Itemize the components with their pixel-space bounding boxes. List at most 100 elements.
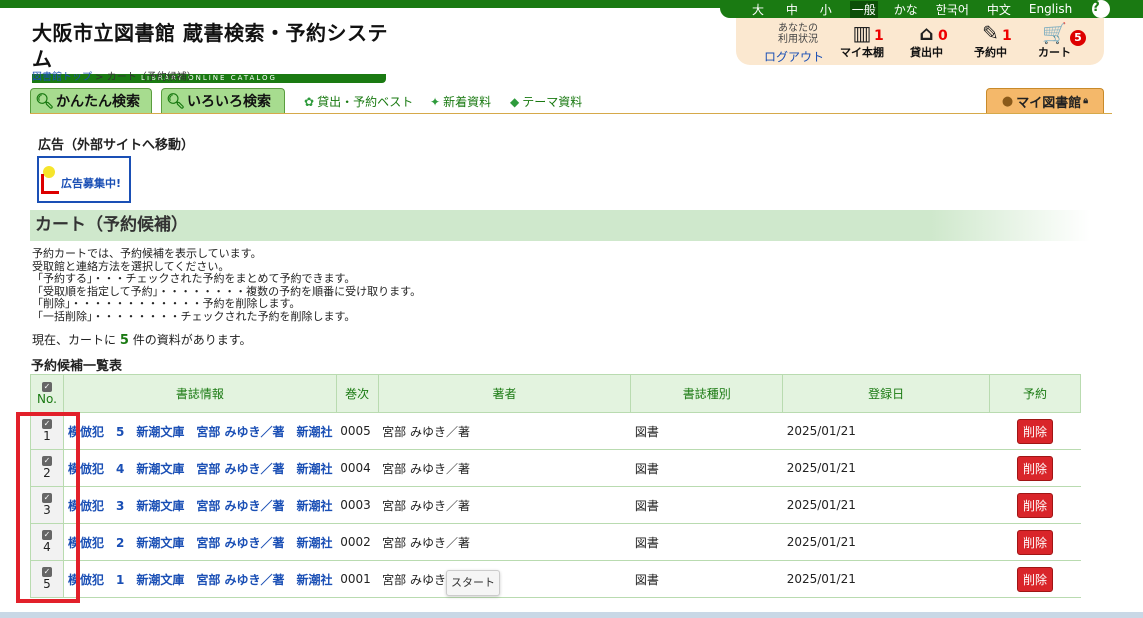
- font-size-large[interactable]: 大: [752, 1, 764, 18]
- breadcrumb-current: カート（予約候補）: [106, 72, 197, 83]
- my-bookshelf-label: マイ本棚: [840, 46, 884, 59]
- page-title: カート（予約候補）: [30, 210, 1090, 241]
- title-cell: 模倣犯 2 新潮文庫 宮部 みゆき／著 新潮社: [63, 523, 337, 561]
- title-link[interactable]: 模倣犯 1 新潮文庫 宮部 みゆき／著 新潮社: [68, 573, 333, 587]
- lending-label: 貸出中: [910, 46, 943, 59]
- cart-table: ✓ No. 書誌情報 巻次 著者 書誌種別 登録日 予約 ✓ 1 模倣犯 5 新潮…: [30, 374, 1081, 598]
- ad-label: 広告（外部サイトへ移動）: [38, 138, 195, 153]
- breadcrumb: 図書館トップ > カート（予約候補）: [32, 72, 197, 83]
- font-size-medium[interactable]: 中: [786, 1, 798, 18]
- title-cell: 模倣犯 3 新潮文庫 宮部 みゆき／著 新潮社: [63, 486, 337, 524]
- search-multi-icon: 🔍︎: [166, 92, 186, 110]
- delete-button[interactable]: 削除: [1017, 566, 1054, 592]
- action-cell: 削除: [989, 412, 1081, 450]
- title-link[interactable]: 模倣犯 4 新潮文庫 宮部 みゆき／著 新潮社: [68, 462, 333, 476]
- date-cell: 2025/01/21: [782, 412, 990, 450]
- reserved-button[interactable]: ✎ 予約中 1: [974, 22, 1012, 60]
- tag-icon: ◆: [510, 94, 520, 109]
- title-link[interactable]: 模倣犯 5 新潮文庫 宮部 みゆき／著 新潮社: [68, 425, 333, 439]
- lang-general[interactable]: 一般: [849, 0, 878, 18]
- lang-english[interactable]: English: [1027, 2, 1074, 16]
- main-nav: 🔍︎ かんたん検索 🔍︎ いろいろ検索 ✿ 貸出・予約ベスト ✦ 新着資料 ◆ …: [30, 88, 1112, 114]
- lang-korean[interactable]: 한국어: [934, 1, 971, 18]
- list-title: 予約候補一覧表: [31, 359, 123, 374]
- user-info-label[interactable]: あなたの 利用状況: [778, 23, 818, 45]
- date-cell: 2025/01/21: [782, 560, 990, 598]
- ad-banner-text: 広告募集中!: [61, 177, 122, 190]
- user-status-panel: あなたの 利用状況 ログアウト ▥ マイ本棚 1 ⌂ 貸出中 0 ✎ 予約中 1…: [736, 18, 1104, 65]
- table-row: ✓ 2 模倣犯 4 新潮文庫 宮部 みゆき／著 新潮社 0004 宮部 みゆき／著…: [30, 449, 1081, 487]
- lang-chinese[interactable]: 中文: [985, 1, 1013, 18]
- site-logo[interactable]: 大阪市立図書館 蔵書検索・予約システム LIBRARY ONLINE CATAL…: [32, 20, 388, 83]
- tab-advanced-search[interactable]: 🔍︎ いろいろ検索: [161, 88, 285, 113]
- search-icon: 🔍︎: [35, 92, 55, 110]
- title-link[interactable]: 模倣犯 3 新潮文庫 宮部 みゆき／著 新潮社: [68, 499, 333, 513]
- volume-cell: 0005: [336, 412, 379, 450]
- logo-title: 大阪市立図書館 蔵書検索・予約システム: [32, 21, 388, 71]
- table-header-row: ✓ No. 書誌情報 巻次 著者 書誌種別 登録日 予約: [30, 374, 1081, 413]
- reserved-count: 1: [1002, 28, 1012, 44]
- header-author: 著者: [377, 374, 632, 413]
- date-cell: 2025/01/21: [782, 523, 990, 561]
- title-cell: 模倣犯 4 新潮文庫 宮部 みゆき／著 新潮社: [63, 449, 337, 487]
- title-cell: 模倣犯 5 新潮文庫 宮部 みゆき／著 新潮社: [63, 412, 337, 450]
- header-info: 書誌情報: [62, 374, 337, 413]
- help-icon[interactable]: ?: [1092, 0, 1111, 18]
- tab-simple-search[interactable]: 🔍︎ かんたん検索: [30, 88, 152, 113]
- my-library-button[interactable]: ● マイ図書館 🔒︎: [986, 88, 1104, 113]
- table-row: ✓ 4 模倣犯 2 新潮文庫 宮部 みゆき／著 新潮社 0002 宮部 みゆき／著…: [30, 523, 1081, 561]
- ad-banner[interactable]: 広告募集中!: [37, 156, 131, 203]
- type-cell: 図書: [630, 412, 783, 450]
- date-cell: 2025/01/21: [782, 449, 990, 487]
- my-bookshelf-button[interactable]: ▥ マイ本棚 1: [840, 22, 884, 60]
- action-cell: 削除: [989, 560, 1081, 598]
- author-cell: 宮部 みゆき／著: [378, 523, 631, 561]
- delete-button[interactable]: 削除: [1017, 492, 1054, 518]
- cart-label: カート: [1038, 46, 1071, 59]
- nav-new[interactable]: ✦ 新着資料: [430, 93, 491, 110]
- lending-button[interactable]: ⌂ 貸出中 0: [910, 22, 948, 60]
- logout-link[interactable]: ログアウト: [764, 48, 824, 65]
- lock-icon: 🔒︎: [1083, 96, 1089, 106]
- header-volume: 巻次: [335, 374, 379, 413]
- nav-theme[interactable]: ◆ テーマ資料: [510, 93, 582, 110]
- nav-best[interactable]: ✿ 貸出・予約ベスト: [304, 93, 413, 110]
- cart-count-text: 現在、カートに 5 件の資料があります。: [32, 333, 252, 348]
- title-cell: 模倣犯 1 新潮文庫 宮部 みゆき／著 新潮社: [63, 560, 337, 598]
- volume-cell: 0002: [336, 523, 379, 561]
- action-cell: 削除: [989, 449, 1081, 487]
- action-cell: 削除: [989, 523, 1081, 561]
- select-all-checkbox[interactable]: ✓: [41, 381, 52, 392]
- taskbar-edge: [0, 612, 1143, 618]
- my-bookshelf-count: 1: [874, 28, 884, 44]
- type-cell: 図書: [630, 449, 783, 487]
- table-row: ✓ 1 模倣犯 5 新潮文庫 宮部 みゆき／著 新潮社 0005 宮部 みゆき／著…: [30, 412, 1081, 450]
- font-size-small[interactable]: 小: [820, 1, 832, 18]
- type-cell: 図書: [630, 486, 783, 524]
- action-cell: 削除: [989, 486, 1081, 524]
- lending-count: 0: [938, 28, 948, 44]
- type-cell: 図書: [630, 523, 783, 561]
- select-all-column[interactable]: ✓ No.: [30, 374, 64, 413]
- cart-icon: 🛒: [1042, 21, 1067, 45]
- header-date: 登録日: [782, 374, 991, 413]
- delete-button[interactable]: 削除: [1017, 529, 1054, 555]
- author-cell: 宮部 みゆき／著: [378, 486, 631, 524]
- delete-button[interactable]: 削除: [1017, 455, 1054, 481]
- instructions: 予約カートでは、予約候補を表示しています。 受取館と連絡方法を選択してください。…: [32, 247, 422, 323]
- language-bar: 大 中 小 一般 かな 한국어 中文 English ?: [720, 0, 1143, 18]
- lang-kana[interactable]: かな: [892, 1, 920, 18]
- cart-button[interactable]: 🛒 カート 5: [1038, 21, 1086, 60]
- volume-cell: 0003: [336, 486, 379, 524]
- cart-count-badge: 5: [1070, 30, 1086, 46]
- title-link[interactable]: 模倣犯 2 新潮文庫 宮部 みゆき／著 新潮社: [68, 536, 333, 550]
- table-row: ✓ 3 模倣犯 3 新潮文庫 宮部 みゆき／著 新潮社 0003 宮部 みゆき／著…: [30, 486, 1081, 524]
- delete-button[interactable]: 削除: [1017, 418, 1054, 444]
- tooltip: スタート: [446, 570, 500, 596]
- font-size-selector: 大 中 小: [752, 1, 850, 18]
- highlight-frame: [16, 412, 80, 603]
- breadcrumb-home[interactable]: 図書館トップ: [32, 72, 92, 83]
- author-cell: 宮部 みゆき／著: [378, 412, 631, 450]
- table-row: ✓ 5 模倣犯 1 新潮文庫 宮部 みゆき／著 新潮社 0001 宮部 みゆき／著…: [30, 560, 1081, 598]
- date-cell: 2025/01/21: [782, 486, 990, 524]
